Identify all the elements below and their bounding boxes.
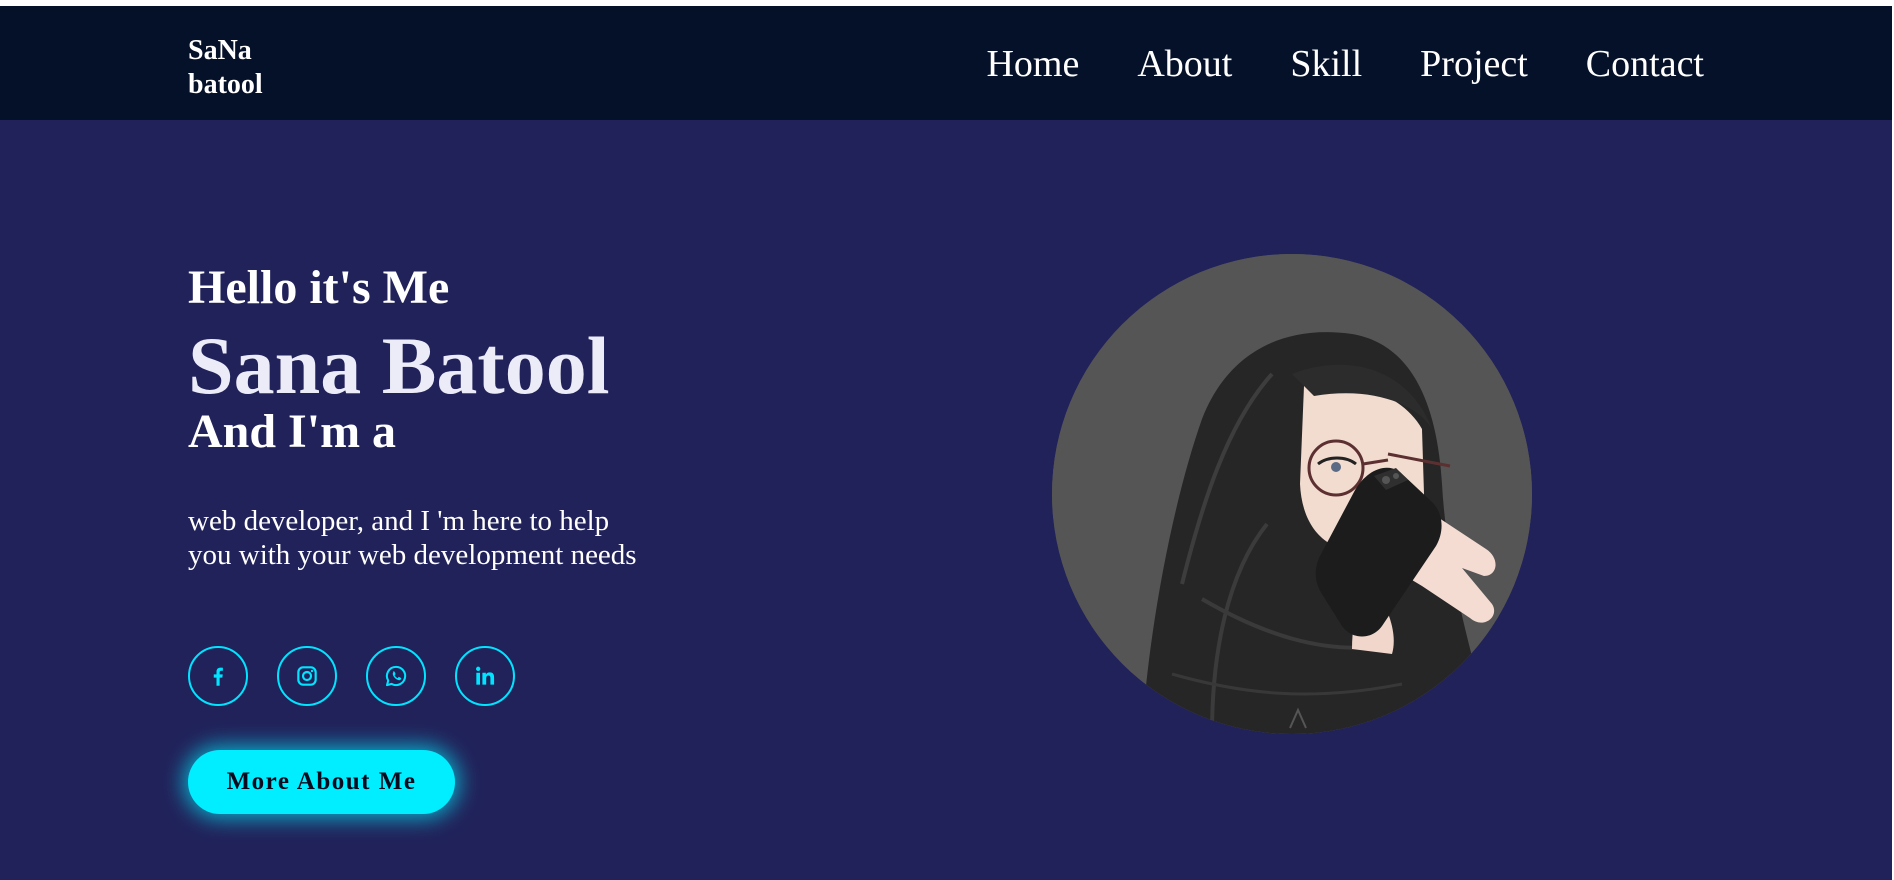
instagram-icon: [297, 666, 317, 686]
instagram-link[interactable]: [277, 646, 337, 706]
hero-description-line-2: you with your web development needs: [188, 539, 637, 571]
logo-line-2: batool: [188, 69, 263, 100]
profile-avatar: [1052, 254, 1532, 734]
nav-link-home[interactable]: Home: [986, 42, 1079, 86]
whatsapp-link[interactable]: [366, 646, 426, 706]
hero-section: Hello it's Me Sana Batool And I'm a web …: [0, 120, 1892, 880]
facebook-link[interactable]: [188, 646, 248, 706]
page: SaNa batool Home About Skill Project Con…: [0, 0, 1894, 880]
whatsapp-icon: [385, 665, 407, 687]
site-logo[interactable]: SaNa batool: [188, 34, 263, 102]
nav-link-about[interactable]: About: [1137, 42, 1232, 86]
site-header: SaNa batool Home About Skill Project Con…: [0, 6, 1892, 120]
avatar-illustration: [1052, 254, 1532, 734]
linkedin-link[interactable]: [455, 646, 515, 706]
more-about-me-button[interactable]: More About Me: [188, 750, 455, 814]
nav-link-contact[interactable]: Contact: [1586, 42, 1704, 86]
logo-line-1: SaNa: [188, 35, 252, 66]
hero-name: Sana Batool: [188, 320, 610, 411]
facebook-icon: [213, 667, 223, 686]
hero-description: web developer, and I 'm here to help you…: [188, 504, 708, 572]
linkedin-icon: [476, 666, 495, 685]
nav-link-project[interactable]: Project: [1420, 42, 1528, 86]
main-nav: Home About Skill Project Contact: [986, 42, 1704, 86]
social-links: [188, 646, 515, 706]
hero-role: And I'm a: [188, 405, 397, 458]
hero-description-line-1: web developer, and I 'm here to help: [188, 505, 610, 537]
nav-link-skill[interactable]: Skill: [1290, 42, 1362, 86]
hero-greeting: Hello it's Me: [188, 261, 450, 314]
